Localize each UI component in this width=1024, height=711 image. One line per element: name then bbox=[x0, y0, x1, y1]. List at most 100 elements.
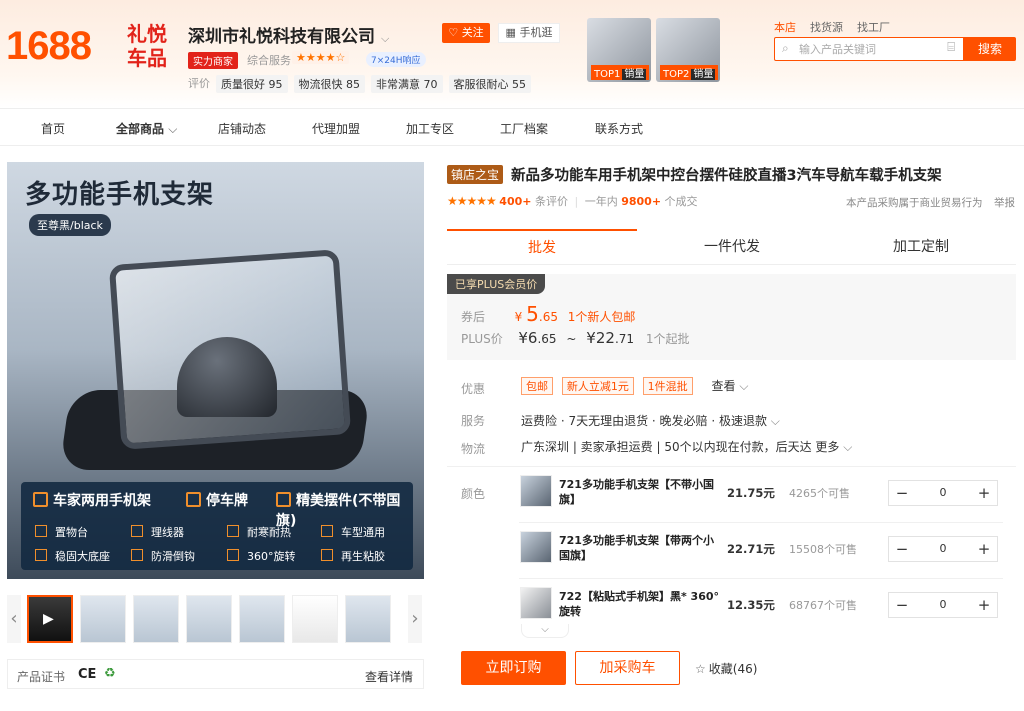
search-box: ⌕ ⌸ bbox=[774, 37, 964, 61]
service-label: 服务 bbox=[461, 414, 486, 428]
chevron-down-icon: ⌵ bbox=[843, 440, 853, 454]
tab-custom[interactable]: 加工定制 bbox=[826, 229, 1016, 265]
nav-item-factory[interactable]: 工厂档案 bbox=[500, 120, 548, 137]
favorite-button[interactable]: ☆ 收藏(46) bbox=[695, 660, 757, 677]
chevron-down-icon: ⌵ bbox=[381, 32, 390, 45]
nav-item-home[interactable]: 首页 bbox=[41, 120, 65, 137]
nav-item-agency[interactable]: 代理加盟 bbox=[312, 120, 360, 137]
variant-thumbnail[interactable] bbox=[520, 475, 552, 507]
minus-button[interactable]: − bbox=[889, 537, 915, 561]
response-badge: 7×24H响应 bbox=[366, 52, 426, 67]
site-logo[interactable]: 1688 bbox=[6, 24, 92, 69]
nav-item-news[interactable]: 店铺动态 bbox=[218, 120, 266, 137]
buy-now-button[interactable]: 立即订购 bbox=[461, 651, 566, 685]
top-product-thumb[interactable]: TOP1 销量 bbox=[587, 18, 651, 82]
feature-item: 车型通用 bbox=[321, 524, 385, 540]
search-icon: ⌕ bbox=[782, 41, 789, 55]
minus-button[interactable]: − bbox=[889, 481, 915, 505]
quantity-stepper: − 0 + bbox=[888, 536, 998, 562]
expand-variants-chevron-icon[interactable]: ⌵ bbox=[521, 624, 569, 638]
feature-item: 再生粘胶 bbox=[321, 548, 385, 564]
sold-label: 个成交 bbox=[664, 195, 698, 208]
chevron-down-icon: ⌵ bbox=[770, 414, 780, 428]
shop-name[interactable]: 深圳市礼悦科技有限公司 ⌵ bbox=[188, 22, 389, 47]
purchase-mode-tabs: 批发 一件代发 加工定制 bbox=[447, 229, 1016, 265]
add-to-cart-button[interactable]: 加采购车 bbox=[575, 651, 680, 685]
top-product-thumb[interactable]: TOP2 销量 bbox=[656, 18, 720, 82]
review-count[interactable]: 400+ bbox=[499, 195, 531, 208]
chevron-down-icon: ⌵ bbox=[739, 379, 749, 393]
service-row[interactable]: 运费险 · 7天无理由退货 · 晚发必赔 · 极速退款 ⌵ bbox=[521, 412, 780, 429]
image-color-tag: 至尊黑/black bbox=[29, 214, 111, 236]
plus-button[interactable]: + bbox=[971, 481, 997, 505]
minus-button[interactable]: − bbox=[889, 593, 915, 617]
plus-badge: 已享PLUS会员价 bbox=[447, 274, 546, 294]
eval-item: 物流很快 85 bbox=[293, 75, 365, 93]
discount-more-link[interactable]: 查看 ⌵ bbox=[711, 379, 748, 393]
shop-logo[interactable]: 礼悦 车品 bbox=[118, 22, 176, 74]
variant-price: 21.75元 bbox=[727, 486, 775, 500]
coupon-note: 1个新人包邮 bbox=[567, 310, 636, 324]
search-tab-shop[interactable]: 本店 bbox=[774, 19, 796, 35]
logistics-label: 物流 bbox=[461, 442, 486, 456]
cert-details-link[interactable]: 查看详情 bbox=[365, 668, 413, 685]
variant-price: 22.71元 bbox=[727, 542, 775, 556]
mobile-browse-button[interactable]: ▦ 手机逛 bbox=[498, 23, 560, 43]
main-product-image[interactable]: 多功能手机支架 至尊黑/black 车家两用手机架 停车牌 精美摆件(不带国旗)… bbox=[7, 162, 424, 579]
plus-button[interactable]: + bbox=[971, 593, 997, 617]
feature-item: 稳固大底座 bbox=[35, 548, 110, 564]
camera-icon[interactable]: ⌸ bbox=[947, 40, 955, 55]
thumbnail[interactable] bbox=[133, 595, 179, 643]
star-outline-icon: ☆ bbox=[695, 662, 706, 676]
search-button[interactable]: 搜索 bbox=[964, 37, 1016, 61]
discount-pill: 包邮 bbox=[521, 377, 553, 395]
thumb-prev-arrow[interactable]: ‹ bbox=[7, 595, 21, 643]
price-box: 已享PLUS会员价 券后 ¥ 5.65 1个新人包邮 PLUS价 ¥6.65 ~… bbox=[447, 274, 1016, 360]
plus-price-high: ¥22.71 bbox=[586, 329, 635, 347]
feature-item: 360°旋转 bbox=[227, 548, 296, 564]
quantity-input[interactable]: 0 bbox=[915, 537, 971, 561]
discount-row: 包邮 新人立减1元 1件混批 查看 ⌵ bbox=[521, 377, 748, 395]
strength-badge: 实力商家 bbox=[188, 52, 238, 69]
thumbnail[interactable] bbox=[186, 595, 232, 643]
nav-item-contact[interactable]: 联系方式 bbox=[595, 120, 643, 137]
shop-header: 1688 礼悦 车品 深圳市礼悦科技有限公司 ⌵ 实力商家 综合服务 ★★★★☆ … bbox=[0, 0, 1024, 108]
color-label: 颜色 bbox=[461, 487, 486, 501]
nav-item-all-products[interactable]: 全部商品 ⌵ bbox=[116, 120, 177, 137]
quantity-stepper: − 0 + bbox=[888, 592, 998, 618]
quantity-input[interactable]: 0 bbox=[915, 481, 971, 505]
shop-treasure-tag: 镇店之宝 bbox=[447, 165, 504, 184]
thumbnail[interactable] bbox=[80, 595, 126, 643]
follow-button[interactable]: ♡ 关注 bbox=[442, 23, 490, 43]
tab-wholesale[interactable]: 批发 bbox=[447, 229, 637, 265]
thumbnail-strip: ‹ ▶ › bbox=[7, 591, 424, 647]
report-link[interactable]: 举报 bbox=[994, 195, 1015, 210]
plus-price-row: PLUS价 ¥6.65 ~ ¥22.71 1个起批 bbox=[461, 329, 690, 347]
thumbnail[interactable] bbox=[292, 595, 338, 643]
product-certificates: 产品证书 CE ♻ 查看详情 bbox=[7, 659, 424, 689]
thumbnail[interactable] bbox=[345, 595, 391, 643]
thumbnail-video[interactable]: ▶ bbox=[27, 595, 73, 643]
discount-pill: 新人立减1元 bbox=[561, 377, 634, 395]
tab-dropship[interactable]: 一件代发 bbox=[637, 229, 827, 265]
composite-label: 综合服务 bbox=[247, 54, 291, 67]
variant-thumbnail[interactable] bbox=[520, 587, 552, 619]
cert-label: 产品证书 bbox=[17, 670, 66, 684]
plus-button[interactable]: + bbox=[971, 537, 997, 561]
ce-mark-icon: CE bbox=[78, 667, 97, 682]
thumbnail[interactable] bbox=[239, 595, 285, 643]
variant-thumbnail[interactable] bbox=[520, 531, 552, 563]
nav-item-processing[interactable]: 加工专区 bbox=[406, 120, 454, 137]
thumb-next-arrow[interactable]: › bbox=[408, 595, 422, 643]
variant-row: 722【粘贴式手机架】黑* 360°旋转 12.35元 68767个可售 − 0… bbox=[519, 579, 1003, 635]
search-tab-source[interactable]: 找货源 bbox=[810, 19, 843, 35]
variant-stock: 15508个可售 bbox=[789, 543, 857, 556]
qr-code-icon: ▦ bbox=[505, 26, 516, 39]
eval-item: 客服很耐心 55 bbox=[448, 75, 531, 93]
search-input[interactable] bbox=[799, 41, 939, 57]
quantity-input[interactable]: 0 bbox=[915, 593, 971, 617]
search-tab-factory[interactable]: 找工厂 bbox=[857, 19, 890, 35]
image-title: 多功能手机支架 bbox=[25, 180, 215, 210]
logistics-row[interactable]: 广东深圳 | 卖家承担运费 | 50个以内现在付款，后天达 更多 ⌵ bbox=[521, 438, 852, 455]
rating-stars: ★★★★★ bbox=[447, 194, 497, 208]
